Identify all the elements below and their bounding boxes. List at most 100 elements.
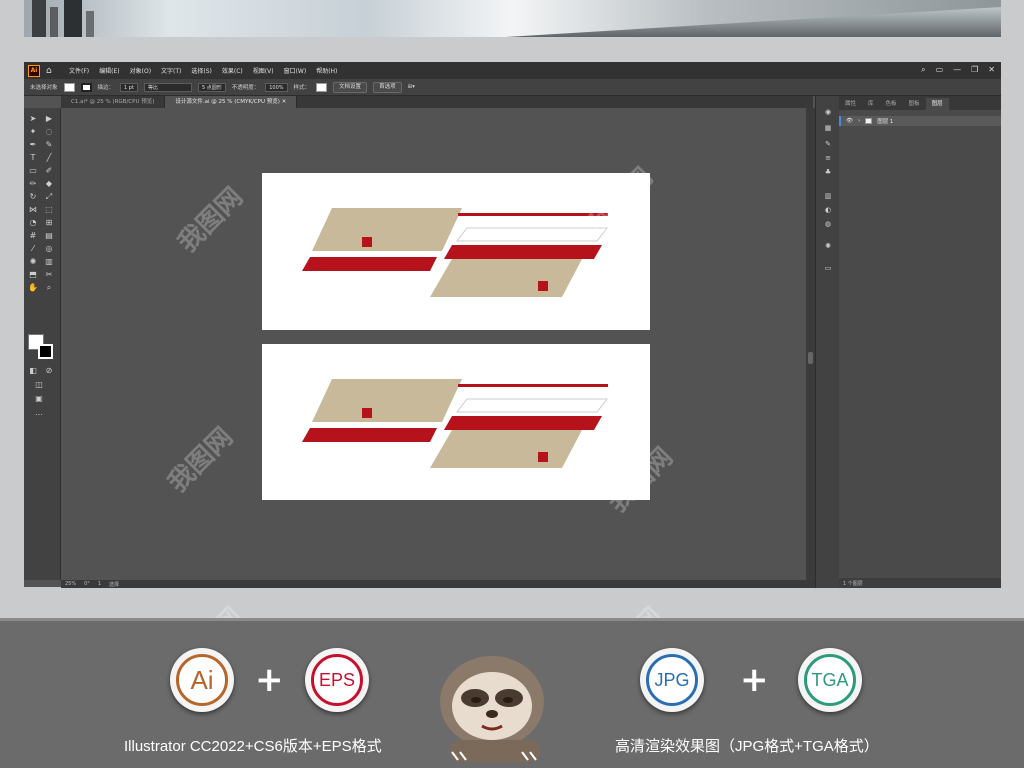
brush-dropdown[interactable]: 5 点圆形 — [197, 82, 226, 92]
rotate-tool-icon[interactable]: ↻ — [28, 192, 38, 202]
tab-libraries[interactable]: 库 — [862, 98, 880, 110]
zoom-tool-icon[interactable]: ⌕ — [44, 283, 54, 293]
maximize-button[interactable]: ❐ — [971, 65, 978, 75]
menu-type[interactable]: 文字(T) — [156, 66, 186, 75]
vertical-scrollbar[interactable] — [806, 108, 815, 580]
artboard-1[interactable] — [262, 173, 650, 330]
slice-tool-icon[interactable]: ✂ — [44, 270, 54, 280]
menu-file[interactable]: 文件(F) — [64, 66, 94, 75]
control-bar: 未选择对象 描边： 1 pt 等比 5 点圆形 不透明度： 100% 样式： 文… — [24, 79, 1001, 96]
scroll-thumb[interactable] — [808, 352, 813, 364]
preferences-button[interactable]: 首选项 — [373, 81, 402, 93]
menu-object[interactable]: 对象(O) — [125, 66, 156, 75]
stroke-panel-icon[interactable]: ≡ — [823, 154, 833, 162]
layer-thumbnail — [865, 118, 873, 124]
selection-status: 未选择对象 — [30, 85, 58, 91]
shape-builder-icon[interactable]: ◔ — [28, 218, 38, 228]
close-button[interactable]: ✕ — [988, 65, 995, 75]
lasso-icon[interactable]: ◌ — [44, 127, 54, 137]
selection-tool-icon[interactable]: ➤ — [28, 114, 38, 124]
comments-panel-icon[interactable]: ▭ — [823, 264, 833, 272]
top-preview-photo — [24, 0, 1001, 37]
default-colors-icon[interactable]: ◧ — [28, 366, 38, 376]
tab-layers[interactable]: 图层 — [925, 98, 949, 110]
eyedropper-icon[interactable]: ⁄ — [28, 244, 38, 254]
direct-selection-tool-icon[interactable]: ▶ — [44, 114, 54, 124]
rectangle-tool-icon[interactable]: ▭ — [28, 166, 38, 176]
type-tool-icon[interactable]: T — [28, 153, 38, 163]
graphic-styles-icon[interactable]: ✺ — [823, 242, 833, 250]
line-tool-icon[interactable]: ╱ — [44, 153, 54, 163]
color-panel-icon[interactable]: ◉ — [823, 108, 833, 116]
drawing-mode-icon[interactable]: ◫ — [34, 380, 44, 390]
arrange-icon[interactable]: ▭ — [936, 65, 944, 75]
shaper-tool-icon[interactable]: ✏ — [28, 179, 38, 189]
menu-help[interactable]: 帮助(H) — [311, 66, 342, 75]
magic-wand-icon[interactable]: ✦ — [28, 127, 38, 137]
mesh-tool-icon[interactable]: # — [28, 231, 38, 241]
artboard-nav[interactable]: 1 — [98, 581, 101, 587]
canvas-area[interactable] — [61, 108, 813, 580]
menu-select[interactable]: 选择(S) — [186, 66, 217, 75]
zoom-level[interactable]: 25% — [65, 581, 76, 587]
tab-c1[interactable]: C1.ai* @ 25 % (RGB/CPU 预览) — [61, 96, 166, 108]
more-tools-icon[interactable]: … — [34, 408, 44, 418]
minimize-button[interactable]: — — [953, 65, 961, 75]
expand-arrow-icon[interactable]: › — [858, 118, 860, 124]
arrange-docs-icon[interactable]: ⊞▾ — [408, 84, 415, 90]
transparency-panel-icon[interactable]: ◐ — [823, 206, 833, 214]
none-color-icon[interactable]: ⊘ — [44, 366, 54, 376]
tab-artboards[interactable]: 图板 — [903, 98, 926, 110]
eraser-icon[interactable]: ◆ — [44, 179, 54, 189]
pen-tool-icon[interactable]: ✒ — [28, 140, 38, 150]
scale-tool-icon[interactable]: ⤢ — [44, 192, 54, 202]
search-icon[interactable]: ⌕ — [921, 65, 925, 75]
artboard-tool-icon[interactable]: ⬒ — [28, 270, 38, 280]
document-tabs: C1.ai* @ 25 % (RGB/CPU 预览) 设计源文件.ai @ 25… — [61, 96, 813, 108]
plus-sign-2: + — [740, 660, 769, 700]
window-controls: ⌕ ▭ — ❐ ✕ — [921, 65, 995, 75]
perspective-grid-icon[interactable]: ⊞ — [44, 218, 54, 228]
tab-swatches[interactable]: 色板 — [880, 98, 903, 110]
jpg-format-badge: JPG — [640, 648, 704, 712]
stroke-profile-dropdown[interactable]: 等比 — [143, 82, 192, 92]
width-tool-icon[interactable]: ⋈ — [28, 205, 38, 215]
symbols-panel-icon[interactable]: ♣ — [823, 168, 833, 176]
artboard-2[interactable] — [262, 344, 650, 500]
screen-mode-icon[interactable]: ▣ — [34, 394, 44, 404]
symbol-sprayer-icon[interactable]: ✺ — [28, 257, 38, 267]
rotation-field[interactable]: 0° — [84, 581, 90, 587]
paintbrush-icon[interactable]: ✐ — [44, 166, 54, 176]
graph-tool-icon[interactable]: ▥ — [44, 257, 54, 267]
stroke-color-swatch[interactable] — [38, 344, 53, 359]
gradient-panel-icon[interactable]: ▥ — [823, 192, 833, 200]
document-setup-button[interactable]: 文档设置 — [333, 81, 368, 93]
hand-tool-icon[interactable]: ✋ — [28, 283, 38, 293]
gradient-tool-icon[interactable]: ▤ — [44, 231, 54, 241]
eps-badge-label: EPS — [318, 669, 356, 690]
style-swatch[interactable] — [316, 82, 328, 92]
style-label: 样式： — [293, 85, 311, 91]
swatches-panel-icon[interactable]: ▦ — [823, 124, 833, 132]
tools-panel: ➤ ▶ ✦ ◌ ✒ ✎ T ╱ ▭ ✐ ✏ ◆ ↻ ⤢ ⋈ ⬚ ◔ ⊞ # ▤ … — [24, 108, 61, 580]
layer-row[interactable]: 👁 › 图层 1 — [839, 116, 1001, 126]
home-icon[interactable]: ⌂ — [46, 66, 56, 76]
layer-name[interactable]: 图层 1 — [877, 117, 893, 125]
menu-window[interactable]: 窗口(W) — [279, 66, 312, 75]
stroke-weight-field[interactable]: 1 pt — [120, 82, 138, 92]
tab-design-source[interactable]: 设计源文件.ai @ 25 % (CMYK/CPU 预览) ✕ — [165, 96, 298, 108]
menu-edit[interactable]: 编辑(E) — [94, 66, 124, 75]
fill-swatch[interactable] — [63, 82, 75, 92]
visibility-eye-icon[interactable]: 👁 — [846, 118, 853, 124]
menu-view[interactable]: 视图(V) — [248, 66, 279, 75]
menu-effect[interactable]: 效果(C) — [217, 66, 248, 75]
appearance-panel-icon[interactable]: ◍ — [823, 220, 833, 228]
tab-properties[interactable]: 属性 — [839, 98, 862, 110]
stroke-swatch[interactable] — [80, 82, 92, 92]
brushes-panel-icon[interactable]: ✎ — [823, 140, 833, 148]
layers-panel: 属性 库 色板 图板 图层 👁 › 图层 1 1 个图层 — [839, 96, 1001, 588]
opacity-field[interactable]: 100% — [265, 82, 288, 92]
blend-tool-icon[interactable]: ◎ — [44, 244, 54, 254]
curvature-tool-icon[interactable]: ✎ — [44, 140, 54, 150]
free-transform-icon[interactable]: ⬚ — [44, 205, 54, 215]
